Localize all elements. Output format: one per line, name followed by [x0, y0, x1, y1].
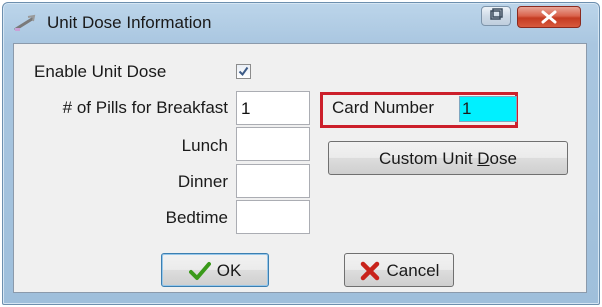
dialog-client-area: Enable Unit Dose # of Pills for Breakfas…: [13, 43, 587, 293]
custom-unit-dose-mnemonic: D: [477, 149, 490, 168]
card-number-label: Card Number: [332, 98, 435, 117]
close-button[interactable]: [517, 6, 581, 28]
breakfast-pills-input[interactable]: 1: [236, 91, 310, 125]
enable-unit-dose-checkbox[interactable]: [236, 64, 251, 79]
checkmark-icon: [188, 261, 211, 281]
cancel-button-label: Cancel: [386, 261, 440, 280]
restore-icon: [490, 8, 503, 20]
checkmark-icon: [238, 66, 249, 77]
pill-dropper-icon: [13, 13, 37, 33]
restore-button[interactable]: [481, 6, 511, 26]
ok-button-label: OK: [216, 261, 242, 280]
breakfast-label: # of Pills for Breakfast: [62, 98, 228, 117]
enable-unit-dose-label: Enable Unit Dose: [34, 62, 167, 81]
x-icon: [359, 261, 381, 281]
bedtime-pills-input[interactable]: [236, 200, 310, 234]
card-number-input[interactable]: 1: [459, 96, 517, 122]
dinner-pills-input[interactable]: [236, 164, 310, 198]
custom-unit-dose-button[interactable]: Custom Unit Dose: [328, 141, 568, 175]
cancel-button[interactable]: Cancel: [344, 253, 454, 287]
dinner-label: Dinner: [177, 172, 228, 191]
ok-button[interactable]: OK: [161, 253, 269, 287]
title-bar[interactable]: Unit Dose Information: [3, 3, 599, 43]
lunch-pills-input[interactable]: [236, 127, 310, 161]
close-icon: [541, 10, 557, 24]
custom-unit-dose-label-suffix: ose: [489, 149, 517, 168]
window-title: Unit Dose Information: [47, 13, 212, 32]
bedtime-label: Bedtime: [165, 208, 228, 227]
lunch-label: Lunch: [181, 136, 228, 155]
custom-unit-dose-label-prefix: Custom Unit: [379, 149, 478, 168]
dialog-window: Unit Dose Information Enable Unit Dose #…: [2, 2, 600, 305]
